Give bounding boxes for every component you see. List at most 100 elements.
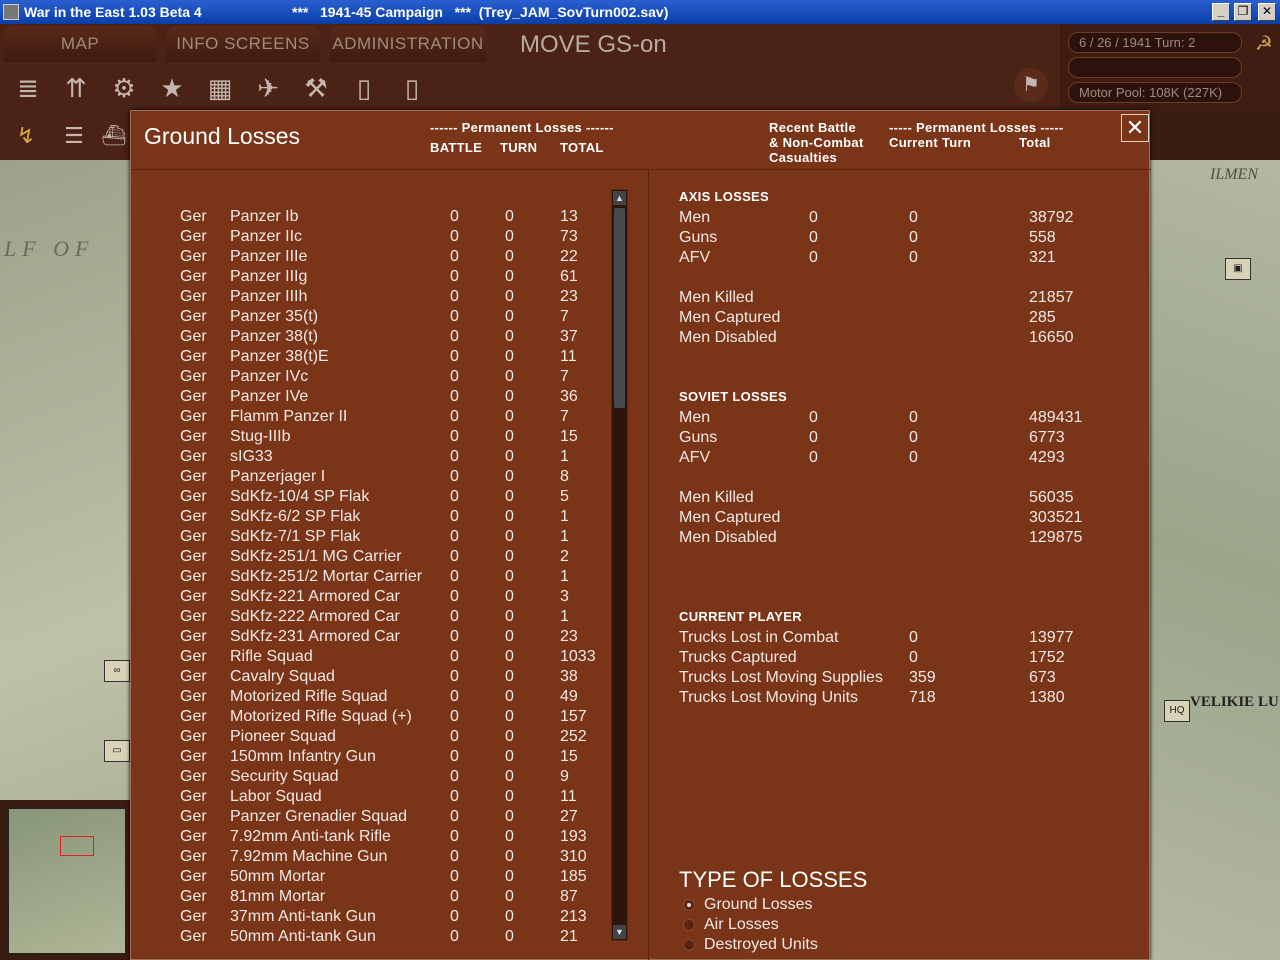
table-row[interactable]: Ger 81mm Mortar 0 0 87: [131, 887, 611, 907]
stat-current-value: 718: [909, 689, 936, 706]
table-row[interactable]: Ger Panzer 35(t) 0 0 7: [131, 307, 611, 327]
rail-icon[interactable]: ⚒: [296, 68, 336, 108]
table-row[interactable]: Ger SdKfz-7/1 SP Flak 0 0 1: [131, 527, 611, 547]
table-row[interactable]: Ger Panzer IIIe 0 0 22: [131, 247, 611, 267]
hammer-sickle-icon: ☭: [1255, 33, 1273, 55]
table-row[interactable]: Ger Panzer 38(t)E 0 0 11: [131, 347, 611, 367]
minimap-view[interactable]: [8, 808, 126, 954]
tab-info-screens[interactable]: INFO SCREENS: [166, 26, 320, 62]
scroll-thumb[interactable]: [614, 208, 625, 408]
table-row[interactable]: Ger 7.92mm Machine Gun 0 0 310: [131, 847, 611, 867]
table-row[interactable]: Ger Motorized Rifle Squad 0 0 49: [131, 687, 611, 707]
battle-cell: 0: [450, 808, 459, 825]
table-row[interactable]: Ger Flamm Panzer II 0 0 7: [131, 407, 611, 427]
turn-cell: 0: [505, 368, 514, 385]
city-icon[interactable]: ▦: [200, 68, 240, 108]
star-icon[interactable]: ★: [152, 68, 192, 108]
battle-cell: 0: [450, 568, 459, 585]
nationality-cell: Ger: [180, 868, 207, 885]
map-unit-counter[interactable]: ▣: [1225, 258, 1251, 280]
stat-total-value: 1380: [1029, 689, 1065, 706]
unit-name-cell: Panzer IIIe: [230, 248, 308, 265]
minimize-button[interactable]: _: [1212, 3, 1230, 21]
supply-icon[interactable]: ▯: [392, 68, 432, 108]
end-turn-flag-icon[interactable]: ⚑: [1014, 68, 1048, 102]
table-row[interactable]: Ger Panzer Ib 0 0 13: [131, 207, 611, 227]
close-dialog-button[interactable]: ✕: [1121, 114, 1149, 142]
table-row[interactable]: Ger Motorized Rifle Squad (+) 0 0 157: [131, 707, 611, 727]
nationality-cell: Ger: [180, 328, 207, 345]
radio-button[interactable]: [683, 939, 695, 951]
radio-button[interactable]: [683, 899, 695, 911]
table-row[interactable]: Ger 37mm Anti-tank Gun 0 0 213: [131, 907, 611, 927]
stat-label: Guns: [679, 229, 718, 246]
aircraft-icon[interactable]: ✈: [248, 68, 288, 108]
nationality-cell: Ger: [180, 228, 207, 245]
table-row[interactable]: Ger Panzer IIIg 0 0 61: [131, 267, 611, 287]
map-unit-counter-left[interactable]: ∞: [104, 660, 130, 682]
stat-row: Men Captured 303521: [679, 508, 1139, 528]
unit-name-cell: Flamm Panzer II: [230, 408, 348, 425]
nationality-cell: Ger: [180, 488, 207, 505]
unit-name-cell: Panzer IIIh: [230, 288, 308, 305]
table-row[interactable]: Ger SdKfz-221 Armored Car 0 0 3: [131, 587, 611, 607]
table-row[interactable]: Ger SdKfz-6/2 SP Flak 0 0 1: [131, 507, 611, 527]
unit-name-cell: 150mm Infantry Gun: [230, 748, 376, 765]
table-row[interactable]: Ger SdKfz-231 Armored Car 0 0 23: [131, 627, 611, 647]
ground-losses-list[interactable]: Ger Panzer Ib 0 0 13 Ger Panzer IIc 0 0 73 Ger Panz…: [131, 207, 611, 941]
move-mode-icon[interactable]: ↯: [6, 116, 46, 156]
table-row[interactable]: Ger Cavalry Squad 0 0 38: [131, 667, 611, 687]
table-row[interactable]: Ger Labor Squad 0 0 11: [131, 787, 611, 807]
total-cell: 7: [560, 408, 569, 425]
total-cell: 2: [560, 548, 569, 565]
air-units-icon[interactable]: ≣: [8, 68, 48, 108]
fuel-icon[interactable]: ▯: [344, 68, 384, 108]
scroll-up-arrow-icon[interactable]: ▲: [613, 191, 626, 205]
losses-scrollbar[interactable]: ▲ ▼: [611, 189, 628, 941]
hq-unit-counter[interactable]: HQ: [1164, 700, 1190, 722]
nationality-cell: Ger: [180, 728, 207, 745]
table-row[interactable]: Ger Panzerjager I 0 0 8: [131, 467, 611, 487]
naval-mode-icon[interactable]: ⛴: [100, 116, 128, 156]
maximize-button[interactable]: ❐: [1234, 3, 1252, 21]
unit-name-cell: 7.92mm Machine Gun: [230, 848, 388, 865]
table-row[interactable]: Ger 150mm Infantry Gun 0 0 15: [131, 747, 611, 767]
tab-map-information[interactable]: MAP INFORMATION: [4, 26, 156, 89]
table-row[interactable]: Ger Panzer IVc 0 0 7: [131, 367, 611, 387]
table-row[interactable]: Ger Rifle Squad 0 0 1033: [131, 647, 611, 667]
table-row[interactable]: Ger Panzer 38(t) 0 0 37: [131, 327, 611, 347]
stat-current-value: 359: [909, 669, 936, 686]
table-row[interactable]: Ger Stug-IIIb 0 0 15: [131, 427, 611, 447]
radio-button[interactable]: [683, 919, 695, 931]
battle-cell: 0: [450, 688, 459, 705]
close-window-button[interactable]: ✕: [1258, 3, 1276, 21]
table-row[interactable]: Ger SdKfz-222 Armored Car 0 0 1: [131, 607, 611, 627]
unit-settings-icon[interactable]: ⇈: [56, 68, 96, 108]
table-row[interactable]: Ger SdKfz-10/4 SP Flak 0 0 5: [131, 487, 611, 507]
unit-name-cell: Motorized Rifle Squad: [230, 688, 388, 705]
unit-name-cell: Panzerjager I: [230, 468, 326, 485]
stat-row: Guns 0 0 6773: [679, 428, 1139, 448]
unit-name-cell: Motorized Rifle Squad (+): [230, 708, 412, 725]
turn-cell: 0: [505, 228, 514, 245]
table-row[interactable]: Ger Panzer IIIh 0 0 23: [131, 287, 611, 307]
table-row[interactable]: Ger 50mm Mortar 0 0 185: [131, 867, 611, 887]
table-row[interactable]: Ger Security Squad 0 0 9: [131, 767, 611, 787]
stat-label: Guns: [679, 429, 718, 446]
minimap[interactable]: [0, 800, 130, 960]
table-row[interactable]: Ger 7.92mm Anti-tank Rifle 0 0 193: [131, 827, 611, 847]
table-row[interactable]: Ger SdKfz-251/2 Mortar Carrier 0 0 1: [131, 567, 611, 587]
table-row[interactable]: Ger SdKfz-251/1 MG Carrier 0 0 2: [131, 547, 611, 567]
minimap-viewport-frame[interactable]: [60, 836, 94, 856]
scroll-down-arrow-icon[interactable]: ▼: [613, 925, 626, 939]
table-row[interactable]: Ger Panzer IVe 0 0 36: [131, 387, 611, 407]
table-row[interactable]: Ger Panzer Grenadier Squad 0 0 27: [131, 807, 611, 827]
tab-administration[interactable]: ADMINISTRATION: [330, 26, 486, 62]
table-row[interactable]: Ger Pioneer Squad 0 0 252: [131, 727, 611, 747]
rail-mode-icon[interactable]: ☰: [54, 116, 94, 156]
map-unit-counter-left-2[interactable]: ▭: [104, 740, 130, 762]
gear-icon[interactable]: ⚙: [104, 68, 144, 108]
table-row[interactable]: Ger sIG33 0 0 1: [131, 447, 611, 467]
table-row[interactable]: Ger 50mm Anti-tank Gun 0 0 21: [131, 927, 611, 941]
table-row[interactable]: Ger Panzer IIc 0 0 73: [131, 227, 611, 247]
